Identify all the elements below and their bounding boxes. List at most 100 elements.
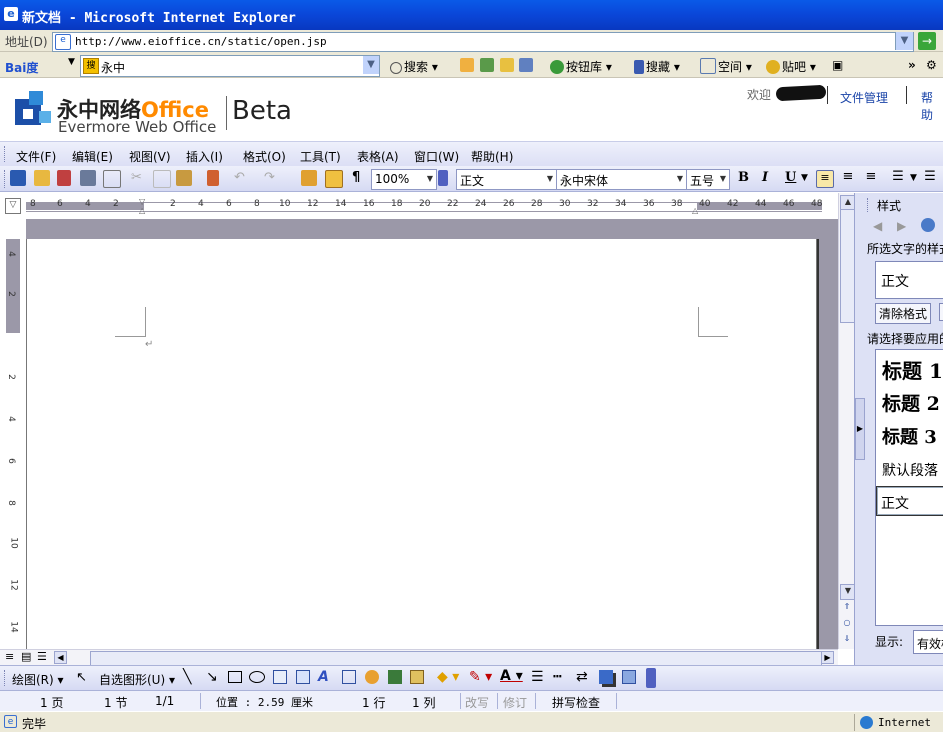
- style-body-selected[interactable]: 正文: [876, 486, 943, 516]
- numbering-icon[interactable]: ☰: [922, 170, 938, 186]
- scroll-right-button[interactable]: ▶: [821, 651, 834, 664]
- fill-color-icon[interactable]: ◆ ▾: [437, 669, 459, 685]
- baidu-menu-arrow[interactable]: ▼: [68, 57, 75, 67]
- menu-table[interactable]: 表格(A): [357, 148, 399, 165]
- drawbar-overflow-icon[interactable]: [646, 668, 656, 688]
- bullets-dropdown[interactable]: ▼: [910, 173, 917, 183]
- vertical-ruler[interactable]: 4 2 2 4 6 8 10 12 14: [6, 219, 20, 649]
- scroll-left-button[interactable]: ◀: [54, 651, 67, 664]
- toolbar-overflow-icon[interactable]: [438, 170, 448, 186]
- menu-view[interactable]: 视图(V): [129, 148, 171, 165]
- vertical-textbox-icon[interactable]: [296, 670, 310, 684]
- status-overtype[interactable]: 改写: [465, 694, 489, 711]
- print-icon[interactable]: [80, 170, 96, 186]
- autoshape-menu-button[interactable]: 自选图形(U) ▾: [99, 671, 175, 688]
- horizontal-ruler[interactable]: ▽ 8 6 4 2 2 4 6 8 10 12 14 16 18 20 22 2…: [0, 193, 838, 219]
- open-icon[interactable]: [34, 170, 50, 186]
- menu-edit[interactable]: 编辑(E): [72, 148, 113, 165]
- align-left-icon[interactable]: ≡: [816, 170, 834, 188]
- baidu-search-input[interactable]: 搜 永中 ▼: [80, 55, 380, 77]
- new-style-button[interactable]: [939, 303, 943, 321]
- normal-view-icon[interactable]: ≡: [5, 650, 14, 663]
- pane-grip[interactable]: [867, 198, 871, 212]
- oval-icon[interactable]: [249, 671, 265, 683]
- help-link[interactable]: 帮助: [921, 89, 943, 123]
- line-icon[interactable]: ╲: [183, 669, 191, 685]
- menu-help[interactable]: 帮助(H): [471, 148, 513, 165]
- show-filter-select[interactable]: 有效样: [913, 630, 943, 654]
- menu-file[interactable]: 文件(F): [16, 148, 56, 165]
- toolbar-grip[interactable]: [4, 170, 8, 188]
- status-spellcheck[interactable]: 拼写检查: [552, 694, 600, 711]
- show-formatting-icon[interactable]: ¶: [352, 170, 360, 185]
- style-heading-2[interactable]: 标题 2: [882, 389, 940, 416]
- back-icon[interactable]: ◀: [873, 219, 882, 233]
- favorites-button[interactable]: 搜藏 ▾: [634, 58, 680, 75]
- table-icon[interactable]: [325, 170, 343, 188]
- style-heading-1[interactable]: 标题 1: [882, 355, 943, 384]
- zoom-select[interactable]: 100% ▼: [371, 169, 437, 190]
- clear-formatting-button[interactable]: 清除格式: [875, 303, 932, 324]
- rectangle-icon[interactable]: [228, 671, 242, 683]
- space-button[interactable]: 空间 ▾: [700, 58, 752, 75]
- arrow-icon[interactable]: ↘: [206, 669, 218, 685]
- wordart-icon[interactable]: A: [318, 669, 329, 685]
- status-track-changes[interactable]: 修订: [503, 694, 527, 711]
- diagram-icon[interactable]: [342, 670, 356, 684]
- align-center-icon[interactable]: ≡: [840, 170, 856, 186]
- paste-icon[interactable]: [176, 170, 192, 186]
- more-icon[interactable]: ▣: [832, 58, 843, 72]
- current-style-box[interactable]: 正文: [875, 261, 943, 299]
- 3d-icon[interactable]: [622, 670, 636, 684]
- file-manager-link[interactable]: 文件管理: [840, 89, 888, 106]
- font-color-icon[interactable]: A ▾: [500, 668, 523, 684]
- italic-button[interactable]: I: [762, 170, 768, 185]
- bold-button[interactable]: B: [738, 170, 749, 185]
- redo-icon[interactable]: ↷: [264, 170, 280, 186]
- format-painter-icon[interactable]: [207, 170, 219, 186]
- menu-tools[interactable]: 工具(T): [300, 148, 341, 165]
- toolbar-grip[interactable]: [4, 146, 8, 162]
- menu-insert[interactable]: 插入(I): [186, 148, 223, 165]
- textbox-icon[interactable]: [273, 670, 287, 684]
- save-icon[interactable]: [10, 170, 26, 186]
- align-right-icon[interactable]: ≡: [863, 170, 879, 186]
- settings-icon[interactable]: ⚙: [926, 58, 937, 72]
- draw-menu-button[interactable]: 绘图(R) ▾: [12, 671, 64, 688]
- outline-view-icon[interactable]: ☰: [37, 650, 47, 663]
- paragraph-style-select[interactable]: 正文 ▼: [456, 169, 557, 190]
- underline-dropdown[interactable]: ▼: [801, 173, 808, 183]
- copy-icon[interactable]: [153, 170, 171, 188]
- overflow-chevron-icon[interactable]: »: [908, 58, 916, 72]
- menu-window[interactable]: 窗口(W): [414, 148, 459, 165]
- style-heading-3[interactable]: 标题 3: [882, 423, 937, 449]
- address-dropdown-button[interactable]: ▼: [895, 32, 913, 50]
- go-button[interactable]: →: [918, 32, 936, 50]
- style-list[interactable]: 标题 1 标题 2 标题 3 默认段落 正文: [875, 349, 943, 626]
- line-style-icon[interactable]: ☰: [531, 669, 544, 685]
- button-library[interactable]: 按钮库 ▾: [550, 58, 612, 75]
- line-color-icon[interactable]: ✎ ▾: [469, 669, 492, 685]
- tieba-button[interactable]: 贴吧 ▾: [766, 58, 816, 75]
- address-input[interactable]: e http://www.eioffice.cn/static/open.jsp: [52, 32, 914, 52]
- prev-page-icon[interactable]: ⇑: [840, 601, 854, 615]
- bullets-icon[interactable]: ☰: [890, 170, 906, 186]
- document-page[interactable]: ↵: [26, 239, 817, 649]
- undo-icon[interactable]: ↶: [234, 170, 250, 186]
- baidu-search-button[interactable]: 搜索 ▾: [390, 58, 438, 75]
- select-pointer-icon[interactable]: ↖: [76, 670, 87, 685]
- arrow-style-icon[interactable]: ⇄: [576, 669, 588, 685]
- cut-icon[interactable]: ✂: [131, 170, 147, 186]
- first-line-indent-marker[interactable]: ▽: [139, 197, 145, 206]
- right-indent-marker[interactable]: △: [692, 206, 698, 215]
- insert-icon[interactable]: [301, 170, 317, 186]
- home-pane-icon[interactable]: [921, 218, 935, 232]
- browse-object-icon[interactable]: ○: [840, 617, 854, 631]
- dash-style-icon[interactable]: ┅: [553, 669, 561, 685]
- tab-stop-selector[interactable]: ▽: [5, 198, 21, 214]
- vertical-scrollbar[interactable]: ▲ ▼ ⇑ ○ ⇓: [838, 193, 856, 649]
- pane-collapse-handle[interactable]: ▶: [855, 398, 865, 460]
- toolbar-grip[interactable]: [4, 670, 8, 686]
- forward-icon[interactable]: ▶: [897, 219, 906, 233]
- underline-button[interactable]: U: [785, 170, 796, 185]
